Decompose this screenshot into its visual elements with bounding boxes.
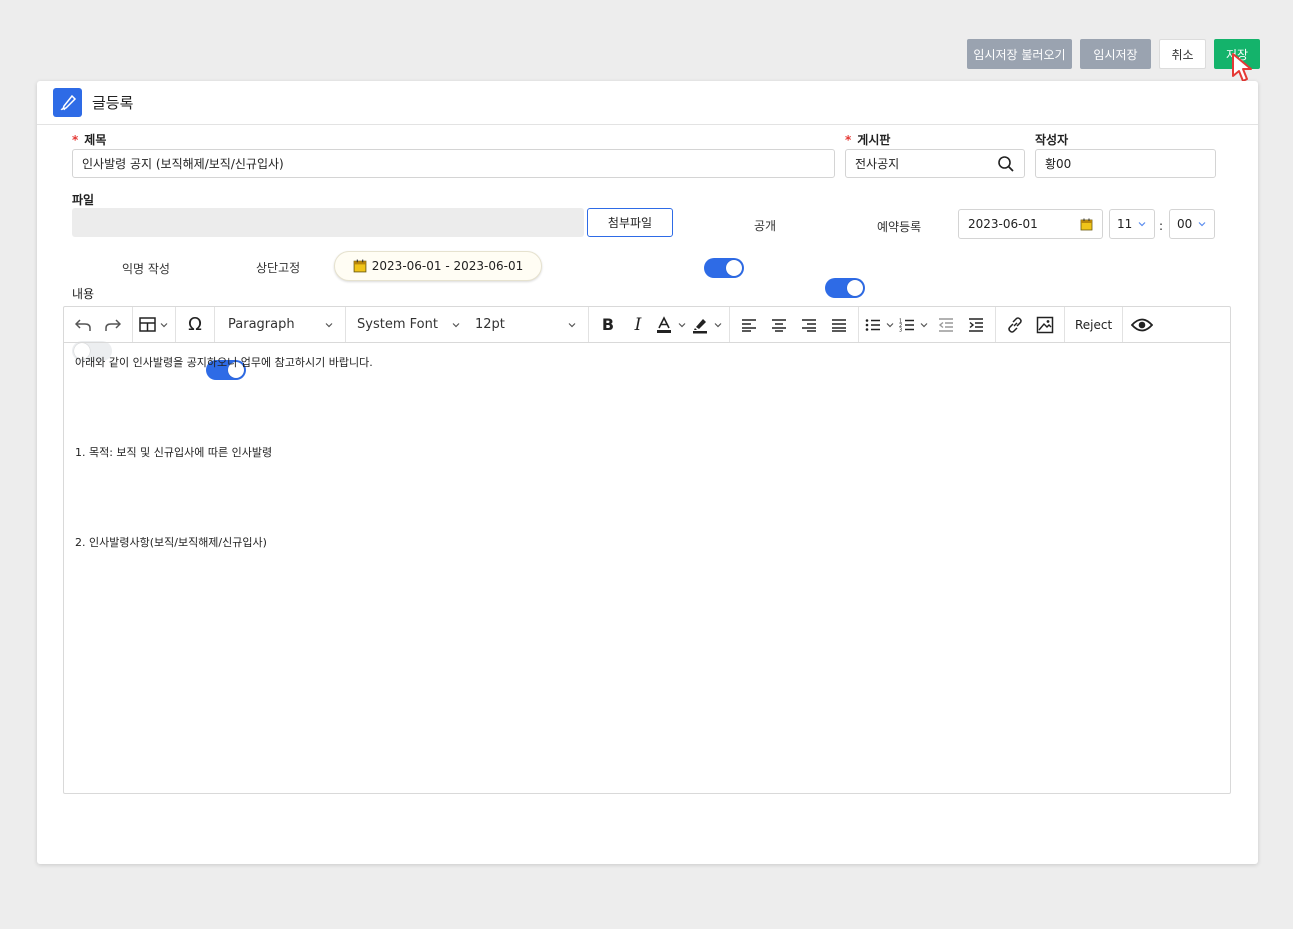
block-format-value: Paragraph (228, 317, 295, 332)
reserve-date-value: 2023-06-01 (968, 217, 1038, 231)
redo-icon[interactable] (100, 311, 126, 339)
font-family-value: System Font (357, 317, 438, 332)
title-input[interactable]: 인사발령 공지 (보직해제/보직/신규입사) (72, 149, 835, 178)
preview-eye-icon[interactable] (1129, 311, 1155, 339)
italic-icon[interactable]: I (625, 311, 651, 339)
file-label: 파일 (72, 193, 95, 207)
align-left-icon[interactable] (736, 311, 762, 339)
calendar-icon[interactable] (1080, 218, 1093, 231)
content-line (75, 372, 1219, 390)
outdent-icon[interactable] (933, 311, 959, 339)
chevron-down-icon (1198, 222, 1206, 227)
reserve-hour-value: 11 (1117, 217, 1133, 231)
content-line: 아래와 같이 인사발령을 공지하오니 업무에 참고하시기 바랍니다. (75, 356, 373, 369)
indent-icon[interactable] (963, 311, 989, 339)
board-label: * 게시판 (845, 133, 891, 147)
top-actions: 임시저장 불러오기 임시저장 취소 저장 (967, 39, 1260, 69)
content-line (75, 408, 1219, 426)
anonymous-label: 익명 작성 (122, 262, 170, 276)
reserve-hour-select[interactable]: 11 (1109, 209, 1155, 239)
pen-icon (53, 88, 82, 117)
chevron-down-icon (1138, 222, 1146, 227)
image-icon[interactable] (1032, 311, 1058, 339)
content-line (75, 498, 1219, 516)
editor-content[interactable]: 아래와 같이 인사발령을 공지하오니 업무에 참고하시기 바랍니다. 1. 목적… (64, 343, 1230, 563)
content-line: 1. 목적: 보직 및 신규입사에 따른 인사발령 (75, 446, 273, 459)
highlight-icon[interactable] (691, 311, 723, 339)
align-right-icon[interactable] (796, 311, 822, 339)
content-line: 2. 인사발령사항(보직/보직해제/신규입사) (75, 536, 267, 549)
pin-date-range[interactable]: 2023-06-01 - 2023-06-01 (334, 251, 542, 281)
block-format-select[interactable]: Paragraph (223, 311, 339, 339)
link-icon[interactable] (1002, 311, 1028, 339)
table-icon[interactable] (139, 311, 169, 339)
title-label: * 제목 (72, 133, 107, 147)
content-label: 내용 (72, 287, 95, 301)
svg-text:3: 3 (899, 327, 902, 332)
align-center-icon[interactable] (766, 311, 792, 339)
calendar-icon (353, 259, 367, 273)
font-size-value: 12pt (475, 317, 505, 332)
board-value: 전사공지 (855, 157, 900, 171)
panel-header: 글등록 (37, 81, 1258, 125)
reject-button[interactable]: Reject (1071, 311, 1116, 339)
pin-range-value: 2023-06-01 - 2023-06-01 (371, 259, 524, 273)
reserve-minute-value: 00 (1177, 217, 1193, 231)
bold-icon[interactable]: B (595, 311, 621, 339)
cancel-button[interactable]: 취소 (1159, 39, 1206, 69)
page-title: 글등록 (92, 94, 134, 112)
bullet-list-icon[interactable] (865, 311, 895, 339)
pin-label: 상단고정 (256, 261, 301, 275)
public-toggle[interactable] (704, 258, 744, 278)
reserve-toggle[interactable] (825, 278, 865, 298)
text-color-icon[interactable] (655, 311, 687, 339)
undo-icon[interactable] (70, 311, 96, 339)
file-input[interactable] (72, 208, 584, 237)
search-icon[interactable] (997, 155, 1015, 173)
draft-button[interactable]: 임시저장 (1080, 39, 1151, 69)
post-form-panel: 글등록 * 제목 * 게시판 작성자 인사발령 공지 (보직해제/보직/신규입사) … (37, 81, 1258, 864)
title-input-value: 인사발령 공지 (보직해제/보직/신규입사) (82, 157, 284, 171)
board-select[interactable]: 전사공지 (845, 149, 1025, 178)
attach-file-button[interactable]: 첨부파일 (587, 208, 673, 237)
content-line (75, 480, 1219, 498)
rich-text-editor: Ω Paragraph System Font 12pt B I 1 2 3 R… (63, 306, 1231, 794)
reserve-minute-select[interactable]: 00 (1169, 209, 1215, 239)
chevron-down-icon (452, 322, 460, 327)
font-family-select[interactable]: System Font (352, 311, 466, 339)
chevron-down-icon (568, 322, 576, 327)
author-value: 황00 (1045, 157, 1072, 171)
content-line (75, 516, 1219, 534)
align-justify-icon[interactable] (826, 311, 852, 339)
content-line (75, 390, 1219, 408)
load-draft-button[interactable]: 임시저장 불러오기 (967, 39, 1072, 69)
numbered-list-icon[interactable]: 123 (899, 311, 929, 339)
author-input: 황00 (1035, 149, 1216, 178)
author-label: 작성자 (1035, 133, 1069, 147)
special-char-icon[interactable]: Ω (182, 311, 208, 339)
content-line (75, 426, 1219, 444)
font-size-select[interactable]: 12pt (470, 311, 582, 339)
chevron-down-icon (325, 322, 333, 327)
reserve-label: 예약등록 (877, 220, 922, 234)
public-label: 공개 (754, 219, 777, 233)
reserve-date-input[interactable]: 2023-06-01 (958, 209, 1103, 239)
content-line (75, 462, 1219, 480)
time-separator: : (1159, 219, 1164, 233)
editor-toolbar: Ω Paragraph System Font 12pt B I 1 2 3 R… (64, 307, 1230, 343)
